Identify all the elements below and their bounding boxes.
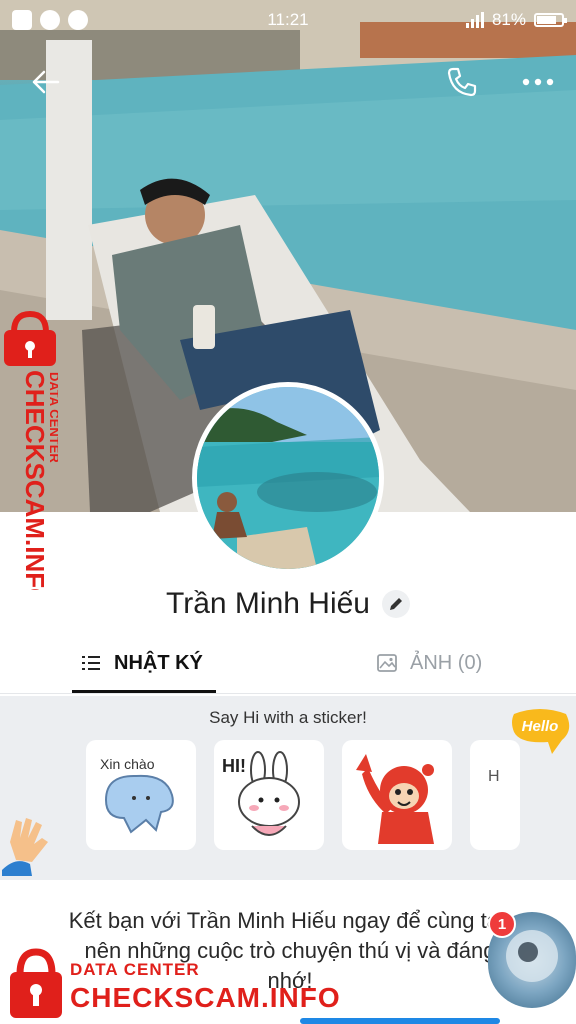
waving-hand-icon bbox=[2, 818, 48, 876]
watermark-bottom-small: DATA CENTER bbox=[70, 960, 200, 979]
watermark-side-text: CHECKSCAM.INFO DATA CENTER bbox=[2, 370, 62, 608]
profile-name-row: Trần Minh Hiếu bbox=[0, 582, 576, 626]
padlock-icon bbox=[4, 310, 56, 366]
image-icon bbox=[377, 654, 397, 672]
profile-name: Trần Minh Hiếu bbox=[166, 587, 370, 620]
sticker-xin-chao-label: Xin chào bbox=[100, 756, 155, 772]
sticker-xin-chao[interactable]: Xin chào bbox=[86, 740, 196, 850]
call-button[interactable] bbox=[444, 64, 480, 100]
tab-diary[interactable]: NHẬT KÝ bbox=[80, 632, 203, 694]
more-dots-icon bbox=[522, 78, 554, 86]
arrow-left-icon bbox=[32, 70, 60, 94]
sticker-partial[interactable]: H bbox=[470, 740, 520, 850]
avatar-photo bbox=[197, 387, 379, 569]
chat-head-unread-badge: 1 bbox=[488, 910, 516, 938]
status-time: 11:21 bbox=[267, 10, 309, 29]
hello-badge: Hello bbox=[508, 706, 572, 756]
edit-name-button[interactable] bbox=[381, 590, 410, 618]
hello-badge-text: Hello bbox=[522, 718, 559, 735]
hello-bubble-icon: Hello bbox=[512, 709, 570, 754]
sticker-panel: Say Hi with a sticker! Xin chào HI! H bbox=[0, 696, 576, 880]
wave-hand bbox=[2, 812, 62, 876]
profile-tabs: NHẬT KÝ ẢNH (0) bbox=[0, 632, 576, 694]
sticker-partial-label: H bbox=[488, 768, 500, 785]
battery-icon bbox=[534, 13, 567, 27]
tab-photos-label: ẢNH (0) bbox=[410, 651, 483, 674]
tab-photos[interactable]: ẢNH (0) bbox=[376, 632, 482, 694]
phone-icon bbox=[447, 67, 477, 97]
list-icon bbox=[82, 656, 100, 670]
active-tab-indicator bbox=[72, 690, 216, 693]
watermark-bottom-big: CHECKSCAM.INFO bbox=[70, 982, 341, 1013]
sticker-panel-title: Say Hi with a sticker! bbox=[209, 708, 367, 727]
more-options-button[interactable] bbox=[518, 64, 558, 100]
sticker-hi-bunny[interactable]: HI! bbox=[214, 740, 324, 850]
sticker-red-monkey[interactable] bbox=[342, 740, 452, 850]
watermark-side-small: DATA CENTER bbox=[47, 372, 58, 463]
monkey-sticker-icon bbox=[356, 754, 434, 844]
padlock-icon-bottom bbox=[10, 948, 62, 1018]
status-bar: 11:21 81% bbox=[0, 0, 576, 40]
sticker-hi-label: HI! bbox=[222, 756, 246, 776]
back-button[interactable] bbox=[28, 64, 64, 100]
pencil-icon bbox=[389, 598, 402, 610]
profile-avatar[interactable] bbox=[192, 382, 384, 574]
watermark-side-big: CHECKSCAM.INFO bbox=[20, 370, 50, 590]
tab-diary-label: NHẬT KÝ bbox=[114, 651, 203, 674]
